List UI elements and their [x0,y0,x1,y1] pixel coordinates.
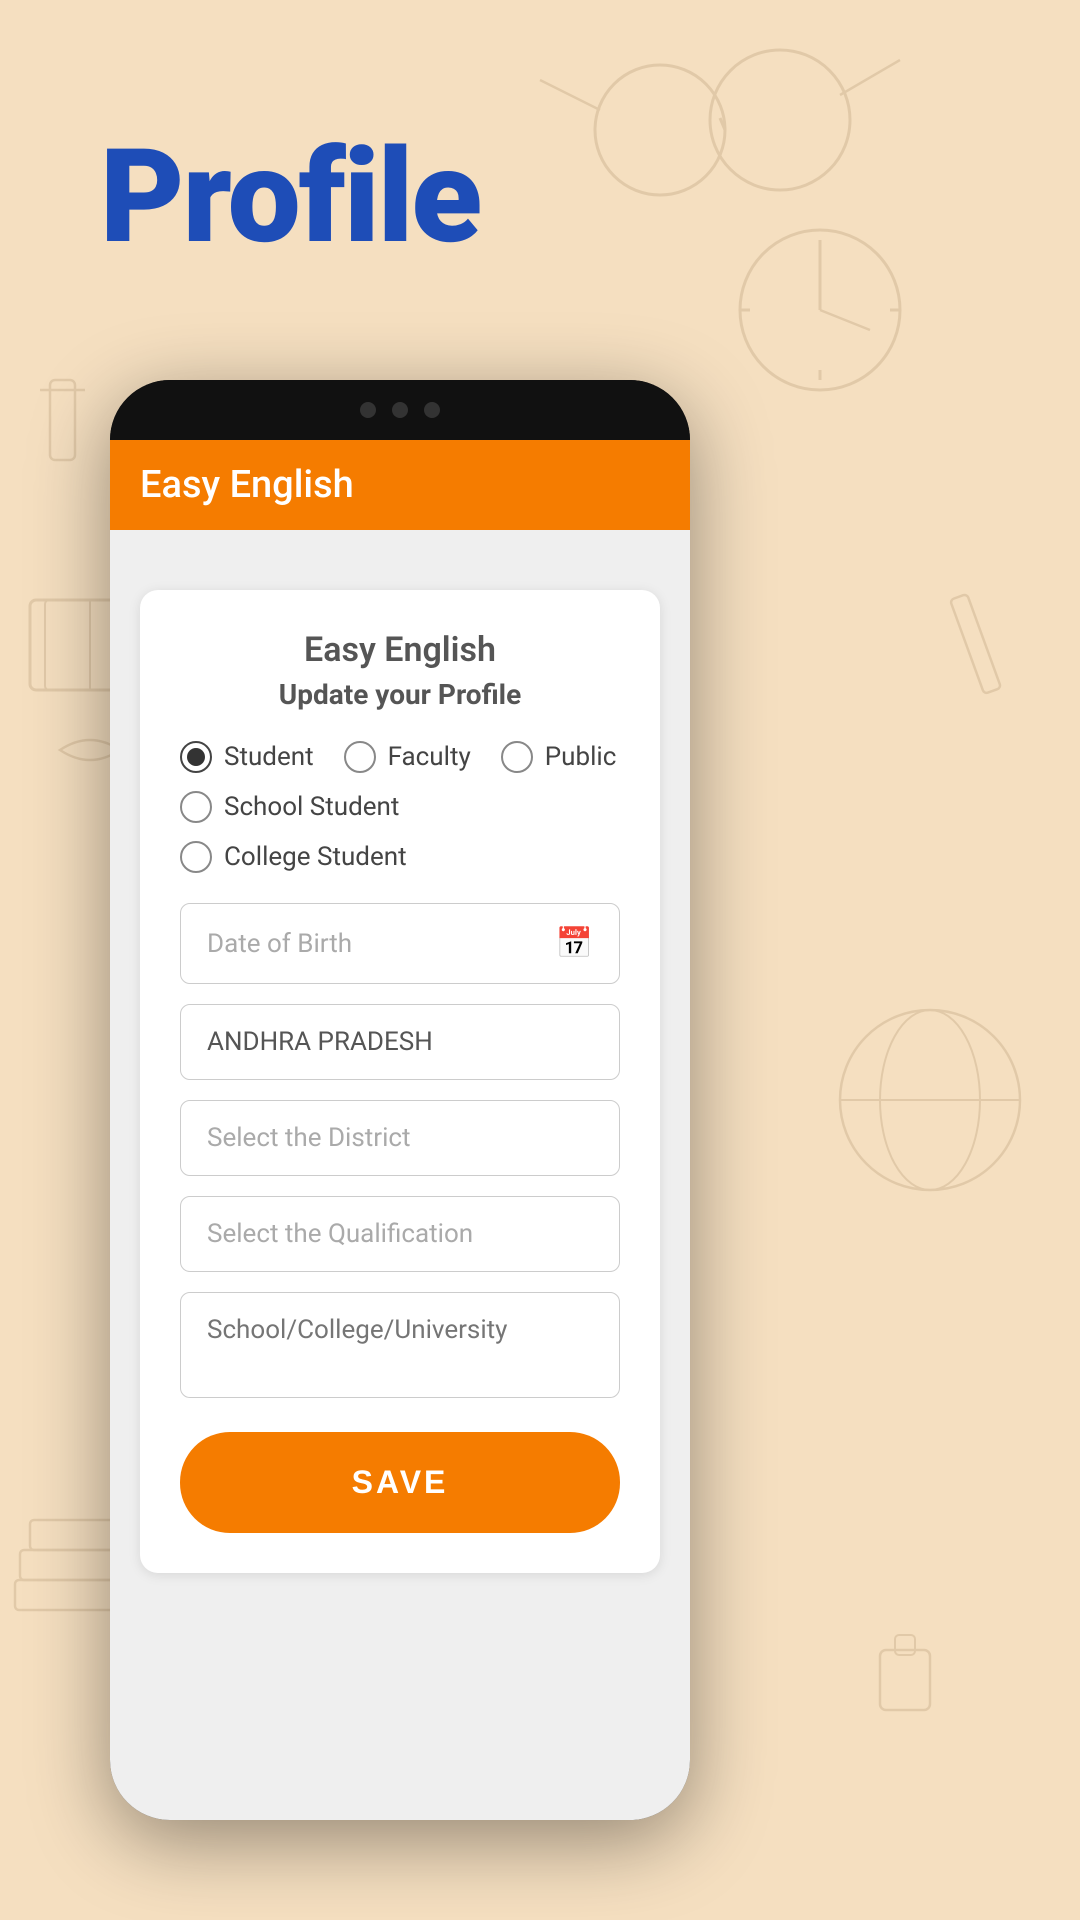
card-title: Easy English [180,630,620,670]
radio-circle-faculty [344,741,376,773]
radio-circle-school-student [180,791,212,823]
qualification-placeholder: Select the Qualification [207,1219,473,1249]
profile-card: Easy English Update your Profile Student… [140,590,660,1573]
qualification-field[interactable]: Select the Qualification [180,1196,620,1272]
notch-dot-1 [360,402,376,418]
save-button[interactable]: SAVE [180,1432,620,1533]
notch-dot-3 [424,402,440,418]
radio-public[interactable]: Public [501,741,617,773]
notch-dot-2 [392,402,408,418]
phone-notch [110,380,690,440]
radio-college-student[interactable]: College Student [180,841,407,873]
card-subtitle: Update your Profile [180,678,620,711]
role-radio-group: Student Faculty Public School Student Co [180,741,620,873]
radio-inner-student [187,748,205,766]
app-bar: Easy English [110,440,690,530]
radio-faculty[interactable]: Faculty [344,741,471,773]
dob-placeholder: Date of Birth [207,929,352,959]
state-field[interactable]: ANDHRA PRADESH [180,1004,620,1080]
calendar-icon: 📅 [556,926,593,961]
district-placeholder: Select the District [207,1123,411,1153]
radio-label-faculty: Faculty [388,742,471,772]
app-bar-title: Easy English [140,463,354,507]
radio-label-school-student: School Student [224,792,399,822]
radio-circle-college-student [180,841,212,873]
state-value: ANDHRA PRADESH [207,1027,433,1057]
radio-label-college-student: College Student [224,842,407,872]
radio-circle-public [501,741,533,773]
district-field[interactable]: Select the District [180,1100,620,1176]
radio-school-student[interactable]: School Student [180,791,399,823]
radio-label-public: Public [545,742,617,772]
radio-circle-student [180,741,212,773]
page-title: Profile [100,120,480,273]
phone-frame: Easy English Easy English Update your Pr… [110,380,690,1820]
radio-label-student: Student [224,742,314,772]
screen-content: Easy English Update your Profile Student… [110,530,690,1820]
radio-student[interactable]: Student [180,741,314,773]
institution-field[interactable] [180,1292,620,1398]
dob-field[interactable]: Date of Birth 📅 [180,903,620,984]
